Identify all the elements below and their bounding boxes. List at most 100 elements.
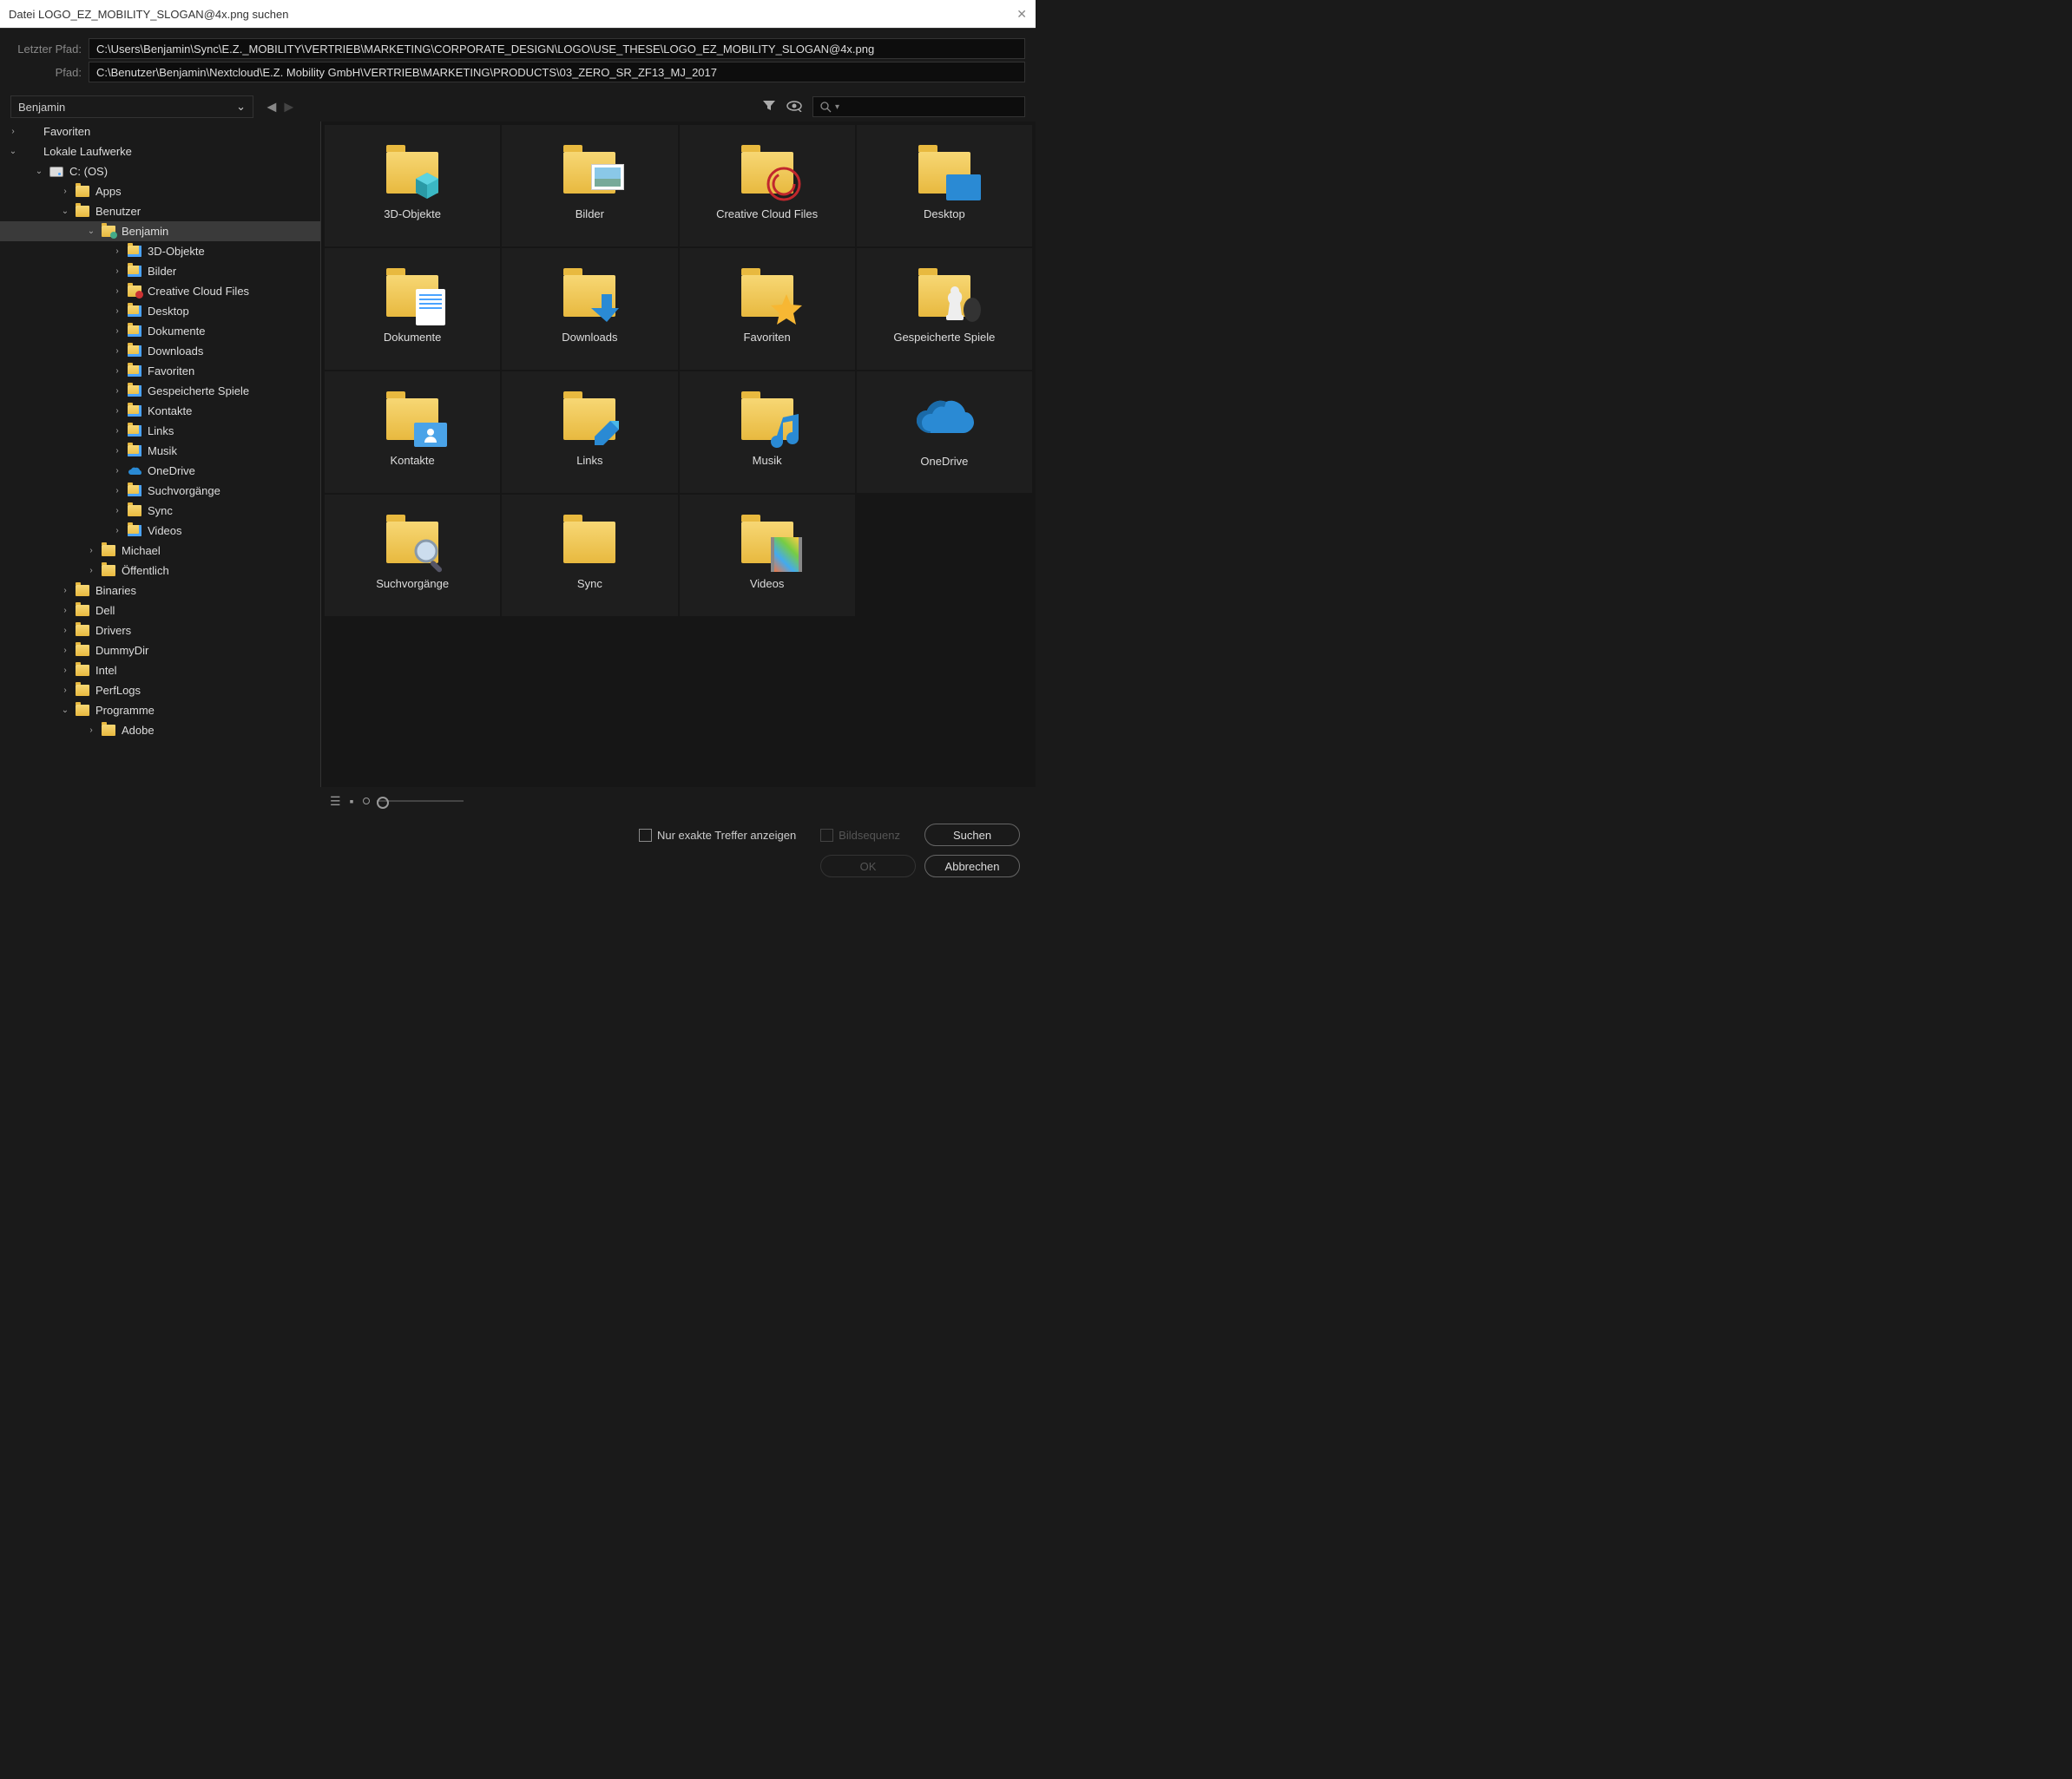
search-button[interactable]: Suchen bbox=[924, 824, 1020, 846]
tree-twisty-icon[interactable]: › bbox=[59, 666, 71, 675]
tree-twisty-icon[interactable]: › bbox=[111, 266, 123, 276]
folder-item[interactable]: 3D-Objekte bbox=[325, 125, 500, 246]
folder-item[interactable]: Links bbox=[502, 371, 677, 493]
tree-twisty-icon[interactable]: › bbox=[59, 606, 71, 615]
tree-twisty-icon[interactable]: › bbox=[111, 326, 123, 336]
last-path-input[interactable] bbox=[89, 38, 1025, 59]
tree-item[interactable]: ›Kontakte bbox=[0, 401, 320, 421]
tree-item-label: OneDrive bbox=[148, 464, 195, 477]
folder-item[interactable]: Desktop bbox=[857, 125, 1032, 246]
folder-item[interactable]: Kontakte bbox=[325, 371, 500, 493]
tree-item[interactable]: ›Musik bbox=[0, 441, 320, 461]
tree-item[interactable]: ›Creative Cloud Files bbox=[0, 281, 320, 301]
tree-item[interactable]: ›Desktop bbox=[0, 301, 320, 321]
tree-twisty-icon[interactable]: › bbox=[111, 406, 123, 416]
folder-icon bbox=[75, 184, 90, 200]
nav-back-icon[interactable]: ◄ bbox=[264, 98, 280, 116]
tree-item[interactable]: ›Links bbox=[0, 421, 320, 441]
tree-item[interactable]: ›Intel bbox=[0, 660, 320, 680]
tree-item-label: Apps bbox=[95, 185, 122, 198]
filter-icon[interactable] bbox=[762, 99, 776, 115]
exact-match-checkbox[interactable]: Nur exakte Treffer anzeigen bbox=[639, 829, 796, 842]
tree-item-label: Michael bbox=[122, 544, 161, 557]
tree-item[interactable]: ›DummyDir bbox=[0, 640, 320, 660]
tree-twisty-icon[interactable]: › bbox=[59, 626, 71, 635]
folder-item[interactable]: Musik bbox=[680, 371, 855, 493]
folder-item[interactable]: Favoriten bbox=[680, 248, 855, 370]
tree-twisty-icon[interactable]: › bbox=[85, 566, 97, 575]
tree-item[interactable]: ›Binaries bbox=[0, 581, 320, 601]
tree-item[interactable]: ›Sync bbox=[0, 501, 320, 521]
tree-item[interactable]: ›Gespeicherte Spiele bbox=[0, 381, 320, 401]
tree-item-label: Videos bbox=[148, 524, 182, 537]
tree-twisty-icon[interactable]: › bbox=[111, 506, 123, 515]
folder-item[interactable]: Videos bbox=[680, 495, 855, 616]
tree-twisty-icon[interactable]: › bbox=[59, 686, 71, 695]
folder-item[interactable]: Sync bbox=[502, 495, 677, 616]
tree-item[interactable]: ›Favoriten bbox=[0, 361, 320, 381]
folder-tree[interactable]: ›Favoriten⌄Lokale Laufwerke⌄C: (OS)›Apps… bbox=[0, 121, 321, 787]
tree-item[interactable]: ›Dell bbox=[0, 601, 320, 620]
cancel-button[interactable]: Abbrechen bbox=[924, 855, 1020, 877]
tree-twisty-icon[interactable]: › bbox=[85, 546, 97, 555]
tree-item[interactable]: ⌄Benjamin bbox=[0, 221, 320, 241]
tree-twisty-icon[interactable]: › bbox=[59, 646, 71, 655]
view-thumb-icon[interactable]: ▪ bbox=[350, 794, 354, 808]
folder-item[interactable]: Gespeicherte Spiele bbox=[857, 248, 1032, 370]
tree-twisty-icon[interactable]: › bbox=[111, 246, 123, 256]
tree-twisty-icon[interactable]: › bbox=[111, 446, 123, 456]
tree-twisty-icon[interactable]: ⌄ bbox=[59, 207, 71, 216]
tree-item[interactable]: ›Suchvorgänge bbox=[0, 481, 320, 501]
tree-twisty-icon[interactable]: › bbox=[111, 306, 123, 316]
tree-item[interactable]: ›Adobe bbox=[0, 720, 320, 740]
tree-twisty-icon[interactable]: › bbox=[111, 466, 123, 476]
folder-icon bbox=[127, 264, 142, 279]
tree-twisty-icon[interactable]: › bbox=[59, 586, 71, 595]
tree-item[interactable]: ›Favoriten bbox=[0, 121, 320, 141]
tree-twisty-icon[interactable]: › bbox=[7, 127, 19, 136]
tree-twisty-icon[interactable]: ⌄ bbox=[7, 147, 19, 156]
folder-item[interactable]: Dokumente bbox=[325, 248, 500, 370]
tree-item[interactable]: ›Downloads bbox=[0, 341, 320, 361]
tree-item[interactable]: ›Bilder bbox=[0, 261, 320, 281]
path-input[interactable] bbox=[89, 62, 1025, 82]
tree-twisty-icon[interactable]: › bbox=[111, 526, 123, 535]
view-slider[interactable] bbox=[363, 798, 464, 804]
nav-forward-icon[interactable]: ► bbox=[281, 98, 297, 116]
folder-item[interactable]: Creative Cloud Files bbox=[680, 125, 855, 246]
tree-item[interactable]: › OneDrive bbox=[0, 461, 320, 481]
tree-item[interactable]: ⌄C: (OS) bbox=[0, 161, 320, 181]
tree-twisty-icon[interactable]: › bbox=[111, 386, 123, 396]
search-input[interactable]: ▾ bbox=[812, 96, 1025, 117]
tree-twisty-icon[interactable]: › bbox=[59, 187, 71, 196]
tree-item[interactable]: › Michael bbox=[0, 541, 320, 561]
folder-icon bbox=[127, 244, 142, 259]
tree-twisty-icon[interactable]: ⌄ bbox=[85, 226, 97, 236]
tree-item[interactable]: ›Dokumente bbox=[0, 321, 320, 341]
tree-item[interactable]: ›3D-Objekte bbox=[0, 241, 320, 261]
tree-item[interactable]: ⌄Lokale Laufwerke bbox=[0, 141, 320, 161]
tree-twisty-icon[interactable]: ⌄ bbox=[33, 167, 45, 176]
folder-item[interactable]: Bilder bbox=[502, 125, 677, 246]
tree-twisty-icon[interactable]: › bbox=[111, 426, 123, 436]
tree-twisty-icon[interactable]: › bbox=[85, 725, 97, 735]
tree-twisty-icon[interactable]: › bbox=[111, 346, 123, 356]
tree-item[interactable]: ›Öffentlich bbox=[0, 561, 320, 581]
tree-item[interactable]: ›PerfLogs bbox=[0, 680, 320, 700]
tree-item[interactable]: ⌄Programme bbox=[0, 700, 320, 720]
tree-item[interactable]: › Videos bbox=[0, 521, 320, 541]
tree-item[interactable]: ⌄Benutzer bbox=[0, 201, 320, 221]
close-icon[interactable]: ✕ bbox=[1016, 7, 1027, 22]
tree-item[interactable]: ›Drivers bbox=[0, 620, 320, 640]
tree-twisty-icon[interactable]: ⌄ bbox=[59, 706, 71, 715]
folder-item[interactable]: OneDrive bbox=[857, 371, 1032, 493]
tree-item[interactable]: › Apps bbox=[0, 181, 320, 201]
tree-twisty-icon[interactable]: › bbox=[111, 366, 123, 376]
breadcrumb-select[interactable]: Benjamin ⌄ bbox=[10, 95, 253, 118]
folder-item[interactable]: Downloads bbox=[502, 248, 677, 370]
eye-icon[interactable] bbox=[786, 100, 802, 115]
folder-item[interactable]: Suchvorgänge bbox=[325, 495, 500, 616]
view-list-icon[interactable]: ☰ bbox=[330, 794, 341, 809]
tree-twisty-icon[interactable]: › bbox=[111, 486, 123, 496]
tree-twisty-icon[interactable]: › bbox=[111, 286, 123, 296]
